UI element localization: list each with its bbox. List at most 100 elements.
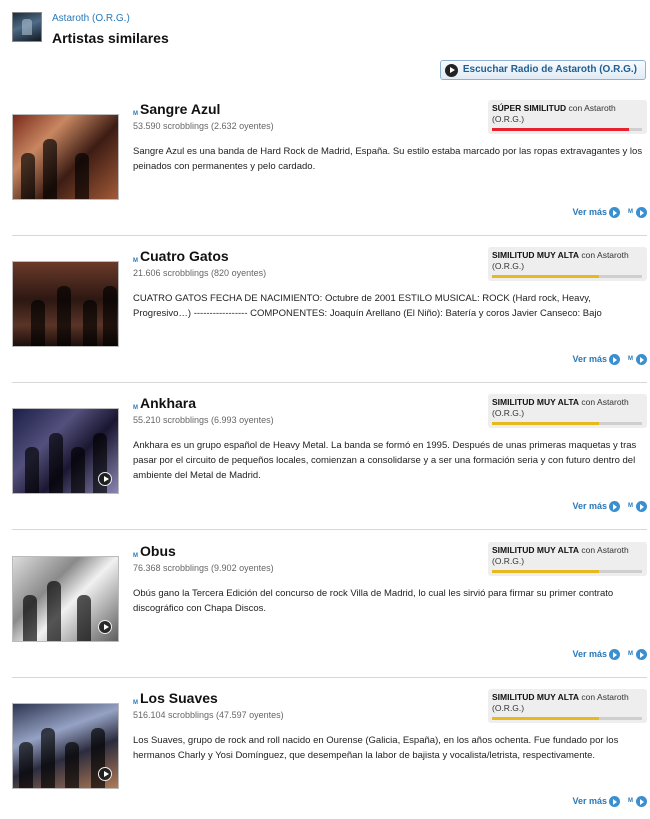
more-links: Ver más M [567, 354, 647, 368]
m-icon: M [133, 553, 138, 559]
artist-name-link[interactable]: Ankhara [140, 395, 196, 411]
similarity-bar [492, 275, 642, 278]
see-more-link[interactable]: Ver más [572, 207, 607, 217]
divider [12, 235, 647, 236]
arrow-right-icon[interactable] [609, 354, 620, 365]
similarity-text: SIMILITUD MUY ALTA con Astaroth (O.R.G.) [492, 692, 643, 714]
similarity-badge: SÚPER SIMILITUD con Astaroth (O.R.G.) [488, 100, 647, 134]
artist-photo[interactable] [12, 408, 119, 494]
artist-photo[interactable] [12, 556, 119, 642]
similarity-badge: SIMILITUD MUY ALTA con Astaroth (O.R.G.) [488, 394, 647, 428]
artist-name-link[interactable]: Cuatro Gatos [140, 248, 229, 264]
artist-item: M Los Suaves 516.104 scrobblings (47.597… [12, 689, 647, 817]
band-member-silhouette [41, 728, 55, 788]
artist-name-link[interactable]: Los Suaves [140, 690, 218, 706]
m-icon: M [133, 258, 138, 264]
similarity-badge: SIMILITUD MUY ALTA con Astaroth (O.R.G.) [488, 689, 647, 723]
m-icon: M [628, 798, 633, 804]
page-title: Artistas similares [52, 30, 169, 46]
m-icon: M [133, 405, 138, 411]
similarity-bar [492, 717, 642, 720]
artist-stats: 53.590 scrobblings (2.632 oyentes) [133, 121, 274, 131]
page-header: Astaroth (O.R.G.) Artistas similares [12, 10, 642, 50]
band-member-silhouette [49, 433, 63, 493]
band-member-silhouette [19, 742, 33, 788]
arrow-right-icon[interactable] [636, 501, 647, 512]
similarity-text: SIMILITUD MUY ALTA con Astaroth (O.R.G.) [492, 545, 643, 567]
band-member-silhouette [71, 447, 85, 493]
similarity-level: SIMILITUD MUY ALTA [492, 545, 580, 555]
arrow-right-icon[interactable] [609, 207, 620, 218]
similarity-bar [492, 570, 642, 573]
artist-photo[interactable] [12, 703, 119, 789]
similarity-level: SIMILITUD MUY ALTA [492, 250, 580, 260]
artist-stats: 21.606 scrobblings (820 oyentes) [133, 268, 267, 278]
more-links: Ver más M [567, 796, 647, 810]
artist-item: M Cuatro Gatos 21.606 scrobblings (820 o… [12, 247, 647, 375]
similarity-bar-fill [492, 128, 629, 131]
artist-bio: CUATRO GATOS FECHA DE NACIMIENTO: Octubr… [133, 293, 602, 319]
similarity-level: SÚPER SIMILITUD [492, 103, 567, 113]
artist-stats: 516.104 scrobblings (47.597 oyentes) [133, 710, 284, 720]
arrow-right-icon[interactable] [636, 354, 647, 365]
arrow-right-icon[interactable] [609, 796, 620, 807]
similarity-level: SIMILITUD MUY ALTA [492, 397, 580, 407]
arrow-right-icon[interactable] [636, 796, 647, 807]
artist-thumbnail[interactable] [12, 12, 42, 42]
play-icon[interactable] [98, 472, 112, 486]
divider [12, 529, 647, 530]
m-icon: M [628, 503, 633, 509]
play-icon [444, 64, 458, 77]
band-member-silhouette [23, 595, 37, 641]
similarity-bar [492, 422, 642, 425]
similarity-text: SÚPER SIMILITUD con Astaroth (O.R.G.) [492, 103, 643, 125]
artist-item: M Sangre Azul 53.590 scrobblings (2.632 … [12, 100, 647, 228]
band-member-silhouette [47, 581, 61, 641]
artist-bio: Sangre Azul es una banda de Hard Rock de… [133, 146, 643, 172]
m-icon: M [133, 700, 138, 706]
listen-radio-label: Escuchar Radio de Astaroth (O.R.G.) [462, 64, 637, 75]
listen-radio-button[interactable]: Escuchar Radio de Astaroth (O.R.G.) [439, 60, 646, 80]
band-member-silhouette [65, 742, 79, 788]
band-member-silhouette [21, 153, 35, 199]
similarity-bar-fill [492, 570, 599, 573]
arrow-right-icon[interactable] [636, 207, 647, 218]
similarity-text: SIMILITUD MUY ALTA con Astaroth (O.R.G.) [492, 250, 643, 272]
arrow-right-icon[interactable] [609, 501, 620, 512]
m-icon: M [628, 356, 633, 362]
artist-photo[interactable] [12, 261, 119, 347]
artist-name-link[interactable]: Sangre Azul [140, 101, 220, 117]
see-more-link[interactable]: Ver más [572, 501, 607, 511]
band-member-silhouette [57, 286, 71, 346]
artist-stats: 76.368 scrobblings (9.902 oyentes) [133, 563, 274, 573]
similarity-bar-fill [492, 422, 599, 425]
see-more-link[interactable]: Ver más [572, 354, 607, 364]
artist-stats: 55.210 scrobblings (6.993 oyentes) [133, 415, 274, 425]
band-member-silhouette [31, 300, 45, 346]
band-member-silhouette [83, 300, 97, 346]
play-icon[interactable] [98, 767, 112, 781]
divider [12, 382, 647, 383]
see-more-link[interactable]: Ver más [572, 796, 607, 806]
arrow-right-icon[interactable] [636, 649, 647, 660]
see-more-link[interactable]: Ver más [572, 649, 607, 659]
artist-photo[interactable] [12, 114, 119, 200]
similarity-badge: SIMILITUD MUY ALTA con Astaroth (O.R.G.) [488, 542, 647, 576]
artist-link[interactable]: Astaroth (O.R.G.) [52, 13, 130, 24]
similarity-bar-fill [492, 275, 599, 278]
band-member-silhouette [25, 447, 39, 493]
m-icon: M [628, 209, 633, 215]
similarity-bar [492, 128, 642, 131]
artist-item: M Obus 76.368 scrobblings (9.902 oyentes… [12, 542, 647, 670]
artist-item: M Ankhara 55.210 scrobblings (6.993 oyen… [12, 394, 647, 522]
artist-name-link[interactable]: Obus [140, 543, 176, 559]
artist-bio: Obús gano la Tercera Edición del concurs… [133, 588, 614, 614]
band-member-silhouette [103, 286, 117, 346]
more-links: Ver más M [567, 207, 647, 221]
arrow-right-icon[interactable] [609, 649, 620, 660]
similarity-badge: SIMILITUD MUY ALTA con Astaroth (O.R.G.) [488, 247, 647, 281]
m-icon: M [133, 111, 138, 117]
divider [12, 677, 647, 678]
play-icon[interactable] [98, 620, 112, 634]
artist-bio: Los Suaves, grupo de rock and roll nacid… [133, 735, 619, 761]
